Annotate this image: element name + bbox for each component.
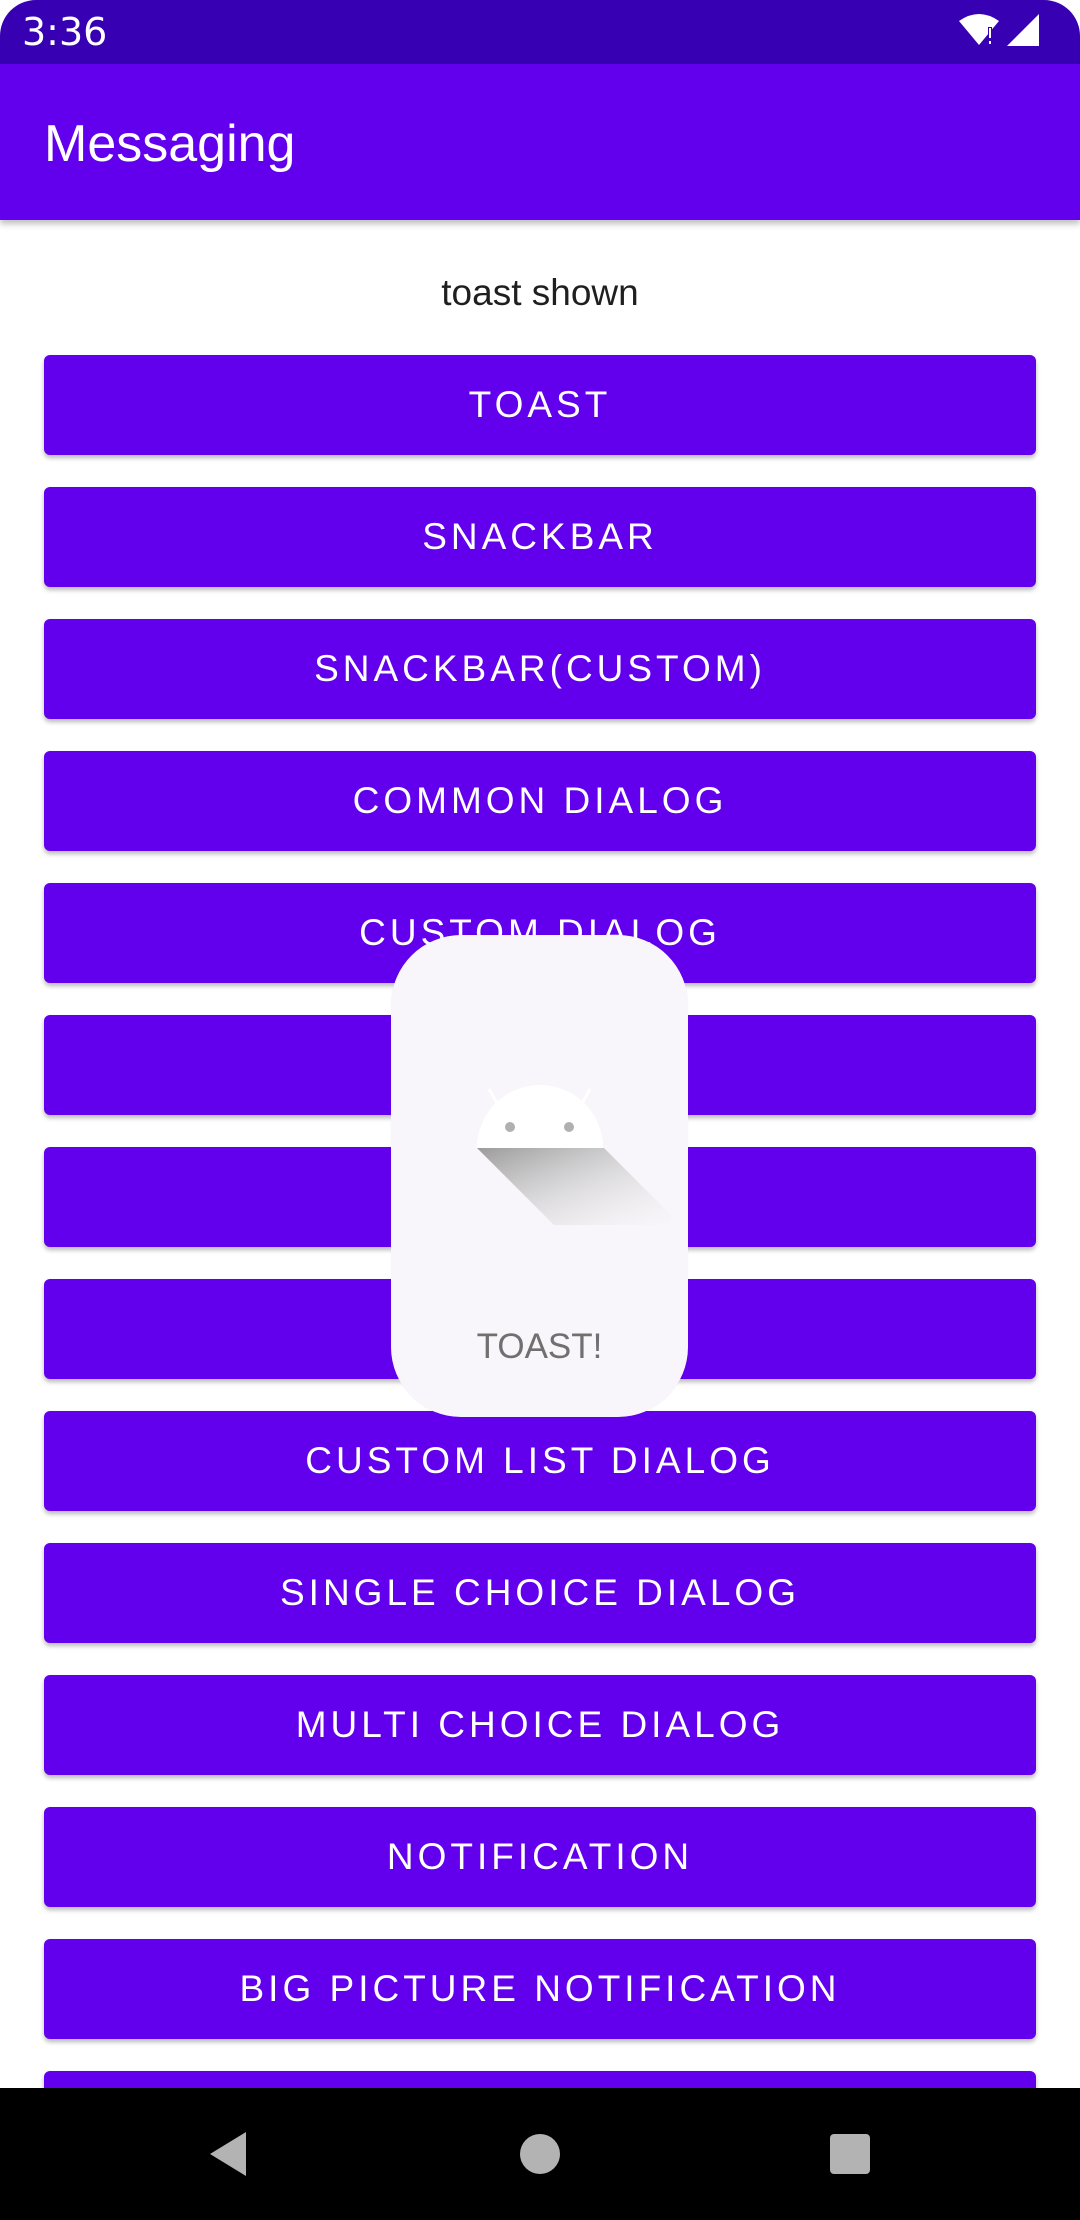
result-status-text: toast shown [441,272,639,313]
single-choice-dialog-button[interactable]: SINGLE CHOICE DIALOG [44,1543,1036,1643]
app-bar: Messaging [0,64,1080,220]
recents-icon[interactable] [784,2088,916,2220]
common-dialog-button[interactable]: COMMON DIALOG [44,751,1036,851]
status-time: 3:36 [22,10,108,54]
wifi-icon [958,13,1000,51]
toast-popup: TOAST! [391,935,688,1417]
snackbar-custom-button[interactable]: SNACKBAR(CUSTOM) [44,619,1036,719]
screen: 3:36 Messaging toast shown TOAST SNACKBA… [0,0,1080,2220]
next-button-partial[interactable] [44,2071,1036,2088]
notification-button[interactable]: NOTIFICATION [44,1807,1036,1907]
app-title: Messaging [44,115,296,173]
toast-message: TOAST! [476,1327,603,1366]
big-picture-notification-button[interactable]: BIG PICTURE NOTIFICATION [44,1939,1036,2039]
multi-choice-dialog-button[interactable]: MULTI CHOICE DIALOG [44,1675,1036,1775]
navigation-bar [0,2088,1080,2220]
custom-list-dialog-button[interactable]: CUSTOM LIST DIALOG [44,1411,1036,1511]
status-bar: 3:36 [0,0,1080,64]
status-icons [958,12,1040,52]
signal-icon [1006,13,1040,51]
android-icon [391,1075,688,1225]
snackbar-button[interactable]: SNACKBAR [44,487,1036,587]
back-icon[interactable] [162,2088,294,2220]
home-icon[interactable] [474,2088,606,2220]
toast-button[interactable]: TOAST [44,355,1036,455]
